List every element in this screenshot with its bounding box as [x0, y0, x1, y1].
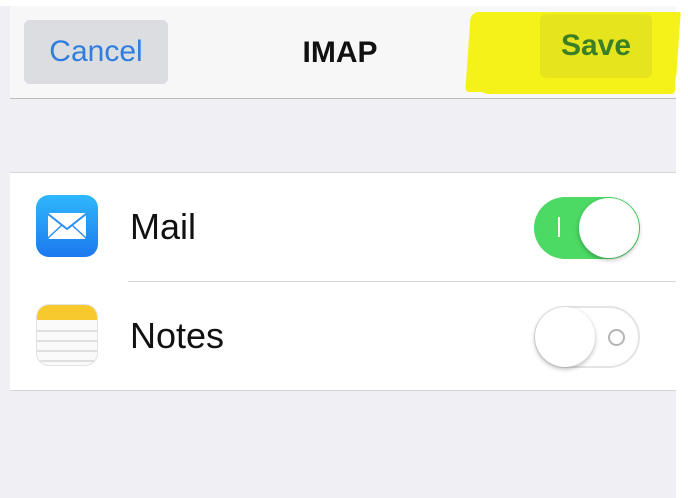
toggle-knob	[579, 198, 639, 258]
right-edge	[676, 0, 688, 498]
notes-label: Notes	[130, 315, 225, 356]
cancel-button[interactable]: Cancel	[24, 20, 168, 84]
list-item-notes: Notes	[10, 282, 676, 390]
notes-toggle[interactable]	[534, 306, 640, 368]
mail-label: Mail	[130, 206, 197, 247]
services-list: Mail Notes	[10, 172, 676, 391]
mail-icon	[36, 195, 98, 257]
list-item-mail: Mail	[10, 173, 676, 281]
settings-screen: Cancel IMAP Save Mail Notes	[0, 0, 688, 498]
mail-toggle[interactable]	[534, 197, 640, 259]
toggle-knob	[535, 307, 595, 367]
toggle-off-indicator	[608, 329, 625, 346]
save-button[interactable]: Save	[540, 14, 652, 78]
page-title: IMAP	[302, 35, 378, 69]
toggle-on-indicator	[558, 217, 560, 237]
notes-icon	[36, 304, 98, 366]
